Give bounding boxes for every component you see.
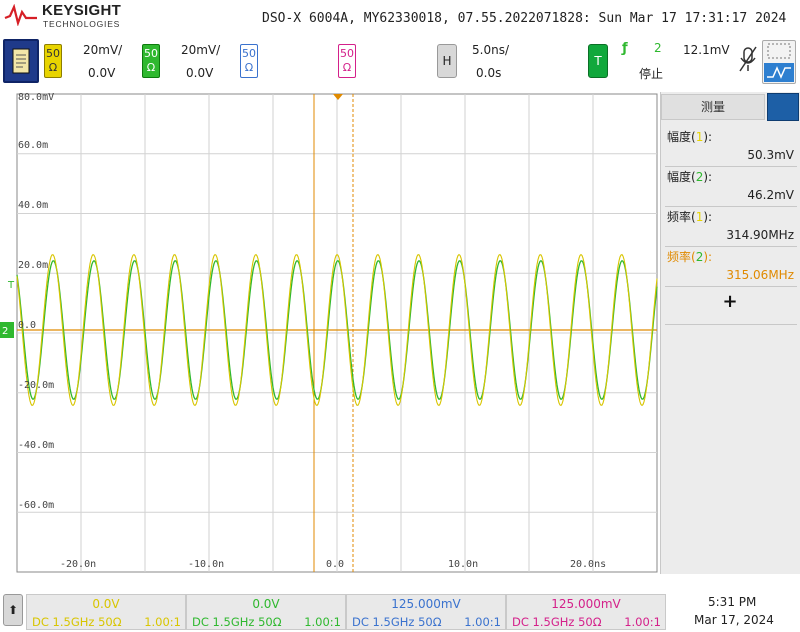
measure-3-value: 314.90MHz	[726, 228, 794, 242]
divider	[665, 286, 797, 287]
microphone-icon[interactable]	[738, 44, 758, 74]
channel-3-button[interactable]: 50 Ω	[240, 44, 258, 78]
channel-4-button[interactable]: 50 Ω	[338, 44, 356, 78]
waveform-display[interactable]: 2 T 80.0mV 60.0m 40.0m 20.0m 0.0 -20.0m …	[0, 92, 658, 574]
channel-2-marker-label: 2	[2, 326, 8, 337]
measure-1-value: 50.3mV	[747, 148, 794, 162]
channel-2-offset: 0.0V	[186, 66, 214, 80]
zoom-panel[interactable]	[762, 40, 796, 84]
channel-3-impedance: 50 Ω	[242, 47, 256, 74]
y-tick-label: -60.0m	[18, 500, 55, 511]
divider	[665, 324, 797, 325]
tab-measure-label: 测量	[700, 100, 725, 114]
divider	[665, 246, 797, 247]
horizontal-delay: 0.0s	[476, 66, 502, 80]
trigger-button[interactable]: T	[588, 44, 608, 78]
trigger-source: 2	[654, 41, 662, 55]
measure-2-value: 46.2mV	[747, 188, 794, 202]
y-tick-label: -40.0m	[18, 440, 55, 451]
trigger-level: 12.1mV	[683, 43, 730, 57]
x-tick-label: -10.0n	[188, 559, 225, 570]
channel-2-impedance: 50 Ω	[144, 47, 158, 74]
channel-3-status[interactable]: 125.000mV DC 1.5GHz 50Ω 1.00:1	[346, 594, 506, 630]
notepad-icon	[12, 48, 30, 74]
logo-name: KEYSIGHT	[42, 2, 122, 19]
channel-2-button[interactable]: 50 Ω	[142, 44, 160, 78]
channel-1-status-coupling: DC 1.5GHz 50Ω 1.00:1	[32, 615, 181, 629]
measure-4-value: 315.06MHz	[726, 268, 794, 282]
tab-measure[interactable]: 测量	[661, 94, 765, 120]
y-tick-label: 40.0m	[18, 200, 49, 211]
y-tick-label: -20.0m	[18, 380, 55, 391]
channel-4-impedance: 50 Ω	[340, 47, 354, 74]
channel-4-status-coupling: DC 1.5GHz 50Ω 1.00:1	[512, 615, 661, 629]
trigger-level-marker: T	[7, 280, 15, 291]
menu-button[interactable]	[3, 39, 39, 83]
x-tick-label: -20.0n	[60, 559, 97, 570]
horizontal-button[interactable]: H	[437, 44, 457, 78]
x-tick-label: 10.0n	[448, 559, 479, 570]
x-tick-label: 0.0	[326, 559, 345, 570]
logo-subtitle: TECHNOLOGIES	[43, 19, 121, 29]
channel-1-status-offset: 0.0V	[92, 597, 120, 611]
measure-3-label: 频率(1):	[667, 210, 713, 224]
channel-1-offset: 0.0V	[88, 66, 116, 80]
channel-2-status-coupling: DC 1.5GHz 50Ω 1.00:1	[192, 615, 341, 629]
channel-1-scale: 20mV/	[83, 43, 123, 57]
clock-time: 5:31 PM	[708, 595, 757, 609]
keysight-logo: KEYSIGHT TECHNOLOGIES	[4, 2, 134, 32]
y-tick-label: 0.0	[18, 320, 37, 331]
x-tick-label: 20.0ns	[570, 559, 607, 570]
waveform-graticule: 2 T	[0, 93, 658, 573]
measure-2-label: 幅度(2):	[667, 170, 713, 184]
measurement-panel: 测量 幅度(1): 50.3mV 幅度(2): 46.2mV 频率(1): 31…	[660, 92, 800, 574]
expand-status-button[interactable]: ⬆	[3, 594, 23, 626]
add-measurement-button[interactable]: +	[719, 292, 741, 314]
channel-2-scale: 20mV/	[181, 43, 221, 57]
acquisition-state: 停止	[639, 67, 664, 81]
y-tick-label: 80.0mV	[18, 92, 55, 103]
channel-4-status-offset: 125.000mV	[551, 597, 621, 611]
horizontal-scale: 5.0ns/	[472, 43, 509, 57]
divider	[665, 166, 797, 167]
channel-1-impedance: 50 Ω	[46, 47, 60, 74]
status-bar: ⬆ 0.0V DC 1.5GHz 50Ω 1.00:1 0.0V DC 1.5GH…	[0, 590, 800, 632]
panel-menu-button[interactable]	[767, 93, 799, 121]
measure-1-label: 幅度(1):	[667, 130, 713, 144]
channel-3-status-offset: 125.000mV	[391, 597, 461, 611]
instrument-title: DSO-X 6004A, MY62330018, 07.55.202207182…	[262, 11, 787, 26]
channel-2-status[interactable]: 0.0V DC 1.5GHz 50Ω 1.00:1	[186, 594, 346, 630]
header-bar: KEYSIGHT TECHNOLOGIES DSO-X 6004A, MY623…	[0, 0, 800, 92]
divider	[665, 206, 797, 207]
channel-3-status-coupling: DC 1.5GHz 50Ω 1.00:1	[352, 615, 501, 629]
y-tick-label: 60.0m	[18, 140, 49, 151]
channel-1-button[interactable]: 50 Ω	[44, 44, 62, 78]
keysight-wave-icon	[4, 4, 37, 26]
y-tick-label: 20.0m	[18, 260, 49, 271]
channel-1-status[interactable]: 0.0V DC 1.5GHz 50Ω 1.00:1	[26, 594, 186, 630]
measure-4-label: 频率(2):	[667, 250, 713, 264]
rising-edge-icon: ƒ	[622, 41, 628, 56]
clock-date: Mar 17, 2024	[694, 613, 774, 627]
zoom-select-icon	[764, 43, 794, 82]
channel-2-status-offset: 0.0V	[252, 597, 280, 611]
channel-4-status[interactable]: 125.000mV DC 1.5GHz 50Ω 1.00:1	[506, 594, 666, 630]
